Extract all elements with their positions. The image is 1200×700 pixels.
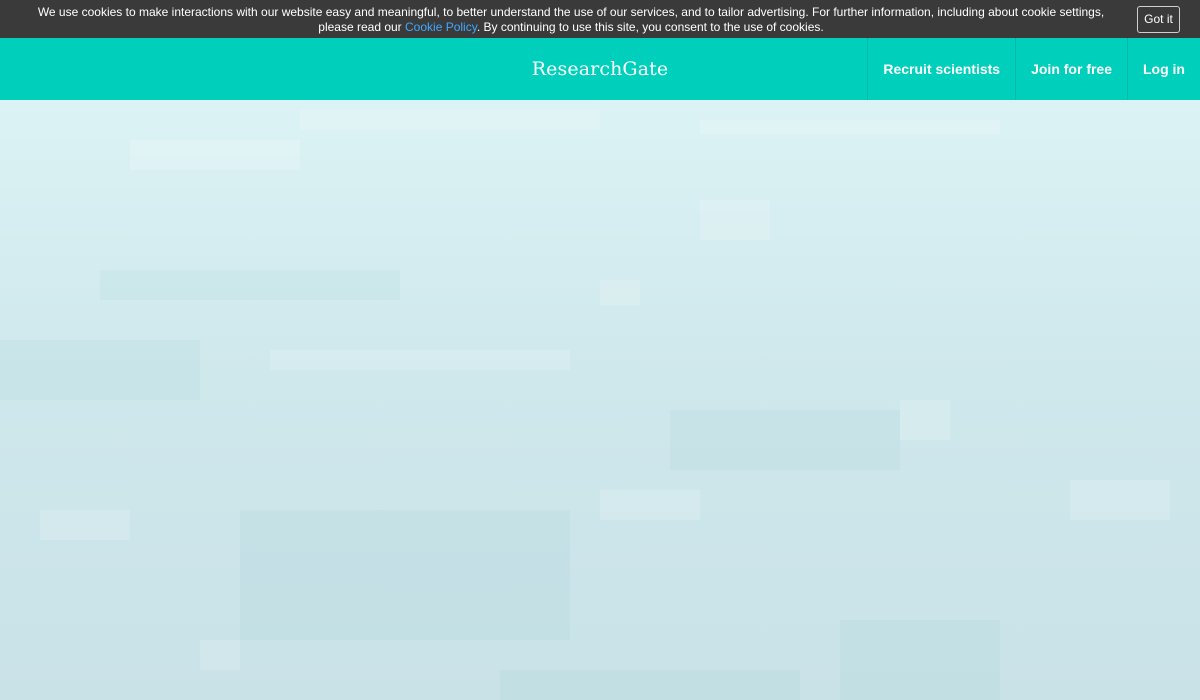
header-nav: Recruit scientists Join for free Log in bbox=[867, 38, 1200, 100]
background-tile bbox=[0, 340, 200, 400]
recruit-scientists-link[interactable]: Recruit scientists bbox=[867, 38, 1015, 100]
background-tile bbox=[500, 670, 800, 700]
cookie-banner: We use cookies to make interactions with… bbox=[0, 0, 1200, 38]
background-tile bbox=[40, 510, 130, 540]
background-tile bbox=[100, 270, 400, 300]
background-tile bbox=[300, 110, 600, 130]
background-tile bbox=[600, 490, 700, 520]
background-tile bbox=[270, 350, 570, 370]
blurred-page-background bbox=[0, 100, 1200, 700]
background-tile bbox=[840, 620, 1000, 700]
background-tile bbox=[200, 640, 240, 670]
background-tile bbox=[700, 120, 1000, 134]
site-header: ResearchGate Recruit scientists Join for… bbox=[0, 38, 1200, 100]
background-tile bbox=[900, 400, 950, 440]
logo-link[interactable]: ResearchGate bbox=[532, 58, 668, 80]
cookie-accept-button[interactable]: Got it bbox=[1137, 6, 1180, 33]
background-tile bbox=[700, 200, 770, 240]
background-tile bbox=[130, 140, 300, 170]
cookie-message: We use cookies to make interactions with… bbox=[30, 5, 1112, 35]
log-in-link[interactable]: Log in bbox=[1127, 38, 1200, 100]
background-tile bbox=[600, 280, 640, 305]
background-tile bbox=[1070, 480, 1170, 520]
cookie-text-after: . By continuing to use this site, you co… bbox=[476, 20, 824, 34]
join-for-free-link[interactable]: Join for free bbox=[1015, 38, 1127, 100]
background-tile bbox=[240, 510, 570, 640]
cookie-policy-link[interactable]: Cookie Policy bbox=[405, 20, 477, 34]
background-tile bbox=[670, 410, 900, 470]
